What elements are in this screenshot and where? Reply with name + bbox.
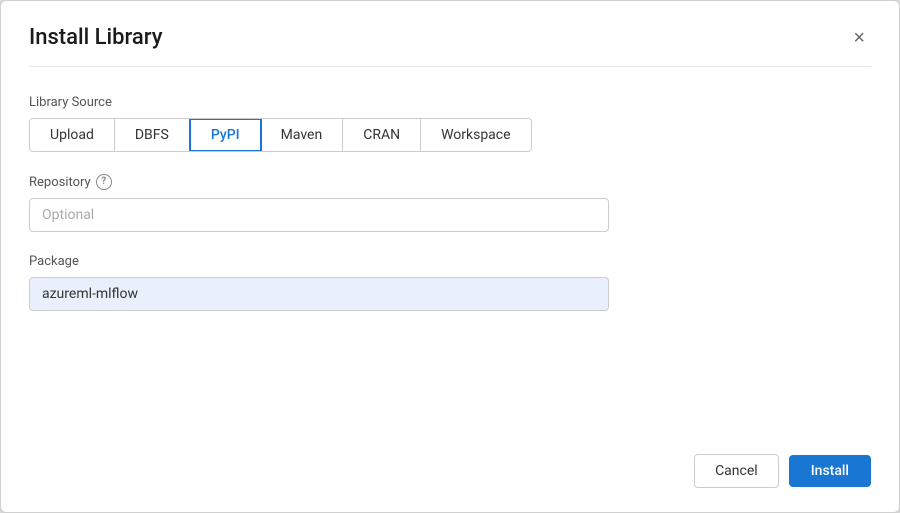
tab-upload[interactable]: Upload <box>30 119 115 151</box>
library-source-tabs: Upload DBFS PyPI Maven CRAN Workspace <box>29 118 532 152</box>
repository-group: Repository ? <box>29 174 871 232</box>
repository-help-icon[interactable]: ? <box>96 174 112 190</box>
package-input[interactable] <box>29 277 609 311</box>
dialog-footer: Cancel Install <box>694 454 871 488</box>
dialog-title: Install Library <box>29 25 163 50</box>
dialog-header: Install Library × <box>29 25 871 67</box>
install-library-dialog: Install Library × Library Source Upload … <box>0 0 900 513</box>
tab-pypi[interactable]: PyPI <box>189 118 262 152</box>
package-group: Package <box>29 254 871 311</box>
library-source-label: Library Source <box>29 95 871 110</box>
dialog-overlay: Install Library × Library Source Upload … <box>0 0 900 513</box>
tab-workspace[interactable]: Workspace <box>421 119 531 151</box>
tab-cran[interactable]: CRAN <box>343 119 421 151</box>
repository-label: Repository ? <box>29 174 871 190</box>
package-label: Package <box>29 254 871 269</box>
tab-dbfs[interactable]: DBFS <box>115 119 190 151</box>
close-button[interactable]: × <box>847 26 871 50</box>
tab-maven[interactable]: Maven <box>261 119 344 151</box>
repository-input[interactable] <box>29 198 609 232</box>
cancel-button[interactable]: Cancel <box>694 454 779 488</box>
library-source-group: Library Source Upload DBFS PyPI Maven CR… <box>29 95 871 152</box>
install-button[interactable]: Install <box>789 455 871 487</box>
